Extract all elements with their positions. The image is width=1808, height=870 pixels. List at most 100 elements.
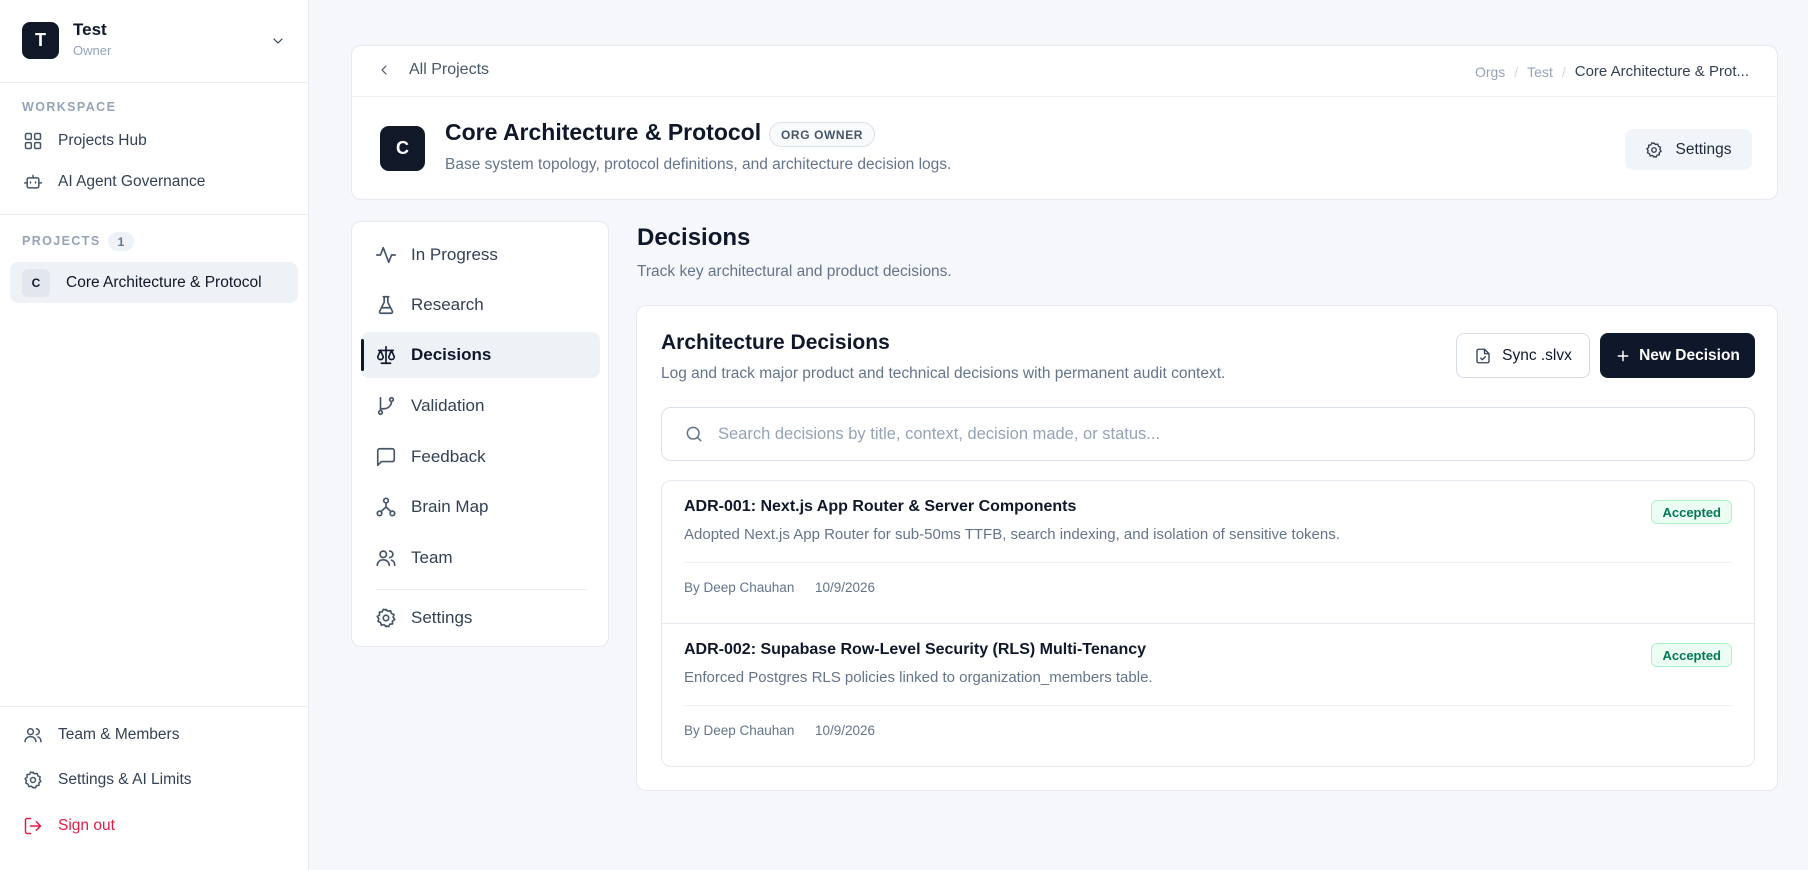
back-label: All Projects — [409, 61, 490, 78]
tab-label: Brain Map — [411, 497, 489, 516]
project-header: All Projects Orgs / Test / Core Architec… — [351, 45, 1778, 200]
decision-date: 10/9/2026 — [815, 723, 876, 738]
chevron-left-icon — [381, 65, 387, 75]
search-input[interactable] — [718, 424, 1718, 444]
breadcrumb: Orgs / Test / Core Architecture & Prot..… — [1475, 63, 1749, 80]
sidebar-item-ai-agent-governance[interactable]: AI Agent Governance — [10, 163, 298, 201]
gear-icon — [1646, 141, 1663, 158]
card-subtitle: Log and track major product and technica… — [661, 365, 1226, 382]
sidebar-item-label: Projects Hub — [58, 132, 147, 149]
tab-brain-map[interactable]: Brain Map — [361, 484, 600, 530]
tab-validation[interactable]: Validation — [361, 383, 600, 429]
decision-author: By Deep Chauhan — [684, 723, 795, 738]
search-box[interactable] — [661, 407, 1755, 461]
git-branch-icon — [375, 395, 397, 417]
list-item[interactable]: ADR-001: Next.js App Router & Server Com… — [662, 481, 1754, 623]
project-avatar: C — [22, 268, 50, 297]
section-subtitle: Track key architectural and product deci… — [637, 263, 952, 280]
project-subnav: In Progress Research Decisions Validatio… — [351, 221, 609, 647]
sidebar-item-label: AI Agent Governance — [58, 173, 206, 190]
tab-team[interactable]: Team — [361, 535, 600, 581]
sidebar-item-team-members[interactable]: Team & Members — [10, 716, 298, 754]
section-title: Decisions — [637, 224, 751, 251]
sidebar-divider — [0, 214, 308, 215]
decision-title[interactable]: ADR-002: Supabase Row-Level Security (RL… — [684, 641, 1146, 659]
tab-label: Settings — [411, 608, 473, 627]
activity-icon — [375, 244, 397, 266]
page-title: Core Architecture & Protocol — [445, 119, 762, 145]
flask-icon — [375, 294, 397, 316]
decisions-card: Architecture Decisions Log and track maj… — [636, 305, 1778, 791]
org-name: Test — [73, 20, 107, 39]
tab-label: Feedback — [411, 447, 486, 466]
sidebar-item-label: Team & Members — [58, 726, 180, 743]
search-icon — [686, 426, 702, 442]
org-switcher[interactable]: T Test Owner — [0, 0, 308, 83]
chevron-down-icon[interactable] — [270, 33, 286, 49]
gear-icon — [23, 770, 43, 790]
breadcrumb-separator: / — [1561, 63, 1566, 80]
tab-label: Decisions — [411, 345, 492, 364]
sign-out-icon — [23, 816, 43, 836]
tab-label: Team — [411, 548, 453, 567]
project-settings-button[interactable]: Settings — [1625, 129, 1752, 170]
tab-label: Research — [411, 295, 484, 314]
sync-label: Sync .slvx — [1502, 346, 1572, 364]
sidebar-item-settings-ai-limits[interactable]: Settings & AI Limits — [10, 761, 298, 799]
sidebar-item-label: Settings & AI Limits — [58, 771, 192, 788]
message-square-icon — [375, 446, 397, 468]
decision-author: By Deep Chauhan — [684, 580, 795, 595]
users-icon — [375, 547, 397, 569]
breadcrumb-current: Core Architecture & Prot... — [1574, 63, 1749, 80]
org-avatar: T — [22, 22, 59, 59]
new-decision-button[interactable]: New Decision — [1600, 333, 1755, 378]
decision-description: Adopted Next.js App Router for sub-50ms … — [684, 526, 1340, 543]
org-role: Owner — [73, 43, 112, 58]
file-icon — [1476, 348, 1490, 363]
bot-icon — [23, 172, 43, 192]
sidebar-item-projects-hub[interactable]: Projects Hub — [10, 122, 298, 160]
card-title: Architecture Decisions — [661, 331, 890, 354]
settings-label: Settings — [1675, 140, 1732, 158]
network-icon — [375, 496, 397, 518]
breadcrumb-separator: / — [1514, 63, 1519, 80]
tab-settings[interactable]: Settings — [361, 595, 600, 641]
tab-decisions[interactable]: Decisions — [361, 332, 600, 378]
sidebar-project-core-architecture[interactable]: C Core Architecture & Protocol — [10, 262, 298, 303]
tab-label: Validation — [411, 396, 485, 415]
projects-count-badge: 1 — [108, 232, 134, 251]
breadcrumb-org[interactable]: Test — [1527, 64, 1553, 80]
plus-icon — [1617, 350, 1629, 361]
tab-label: In Progress — [411, 245, 498, 264]
back-to-projects-link[interactable]: All Projects — [376, 61, 489, 79]
list-item[interactable]: ADR-002: Supabase Row-Level Security (RL… — [662, 623, 1754, 765]
sync-button[interactable]: Sync .slvx — [1456, 333, 1590, 378]
sidebar-item-label: Sign out — [58, 817, 115, 834]
row-divider — [684, 705, 1732, 706]
decision-description: Enforced Postgres RLS policies linked to… — [684, 669, 1153, 686]
decision-date: 10/9/2026 — [815, 580, 876, 595]
tab-in-progress[interactable]: In Progress — [361, 232, 600, 278]
sidebar: T Test Owner WORKSPACE Projects Hub AI A… — [0, 0, 309, 870]
project-description: Base system topology, protocol definitio… — [445, 156, 952, 173]
sign-out-button[interactable]: Sign out — [10, 807, 298, 845]
status-badge: Accepted — [1651, 500, 1732, 524]
gear-icon — [375, 607, 397, 629]
workspace-label: WORKSPACE — [22, 100, 117, 114]
scale-icon — [375, 344, 397, 366]
header-top-row: All Projects Orgs / Test / Core Architec… — [352, 46, 1777, 97]
sidebar-item-label: Core Architecture & Protocol — [66, 273, 262, 291]
grid-icon — [23, 131, 43, 151]
projects-label: PROJECTS — [22, 234, 101, 248]
decision-title[interactable]: ADR-001: Next.js App Router & Server Com… — [684, 498, 1076, 516]
sidebar-divider — [0, 706, 308, 707]
new-decision-label: New Decision — [1639, 346, 1740, 364]
decisions-list: ADR-001: Next.js App Router & Server Com… — [661, 480, 1755, 767]
status-badge: Accepted — [1651, 643, 1732, 667]
role-badge: ORG OWNER — [769, 122, 876, 147]
breadcrumb-orgs[interactable]: Orgs — [1475, 64, 1505, 80]
tab-research[interactable]: Research — [361, 282, 600, 328]
tab-feedback[interactable]: Feedback — [361, 434, 600, 480]
users-icon — [23, 725, 43, 745]
row-divider — [684, 562, 1732, 563]
